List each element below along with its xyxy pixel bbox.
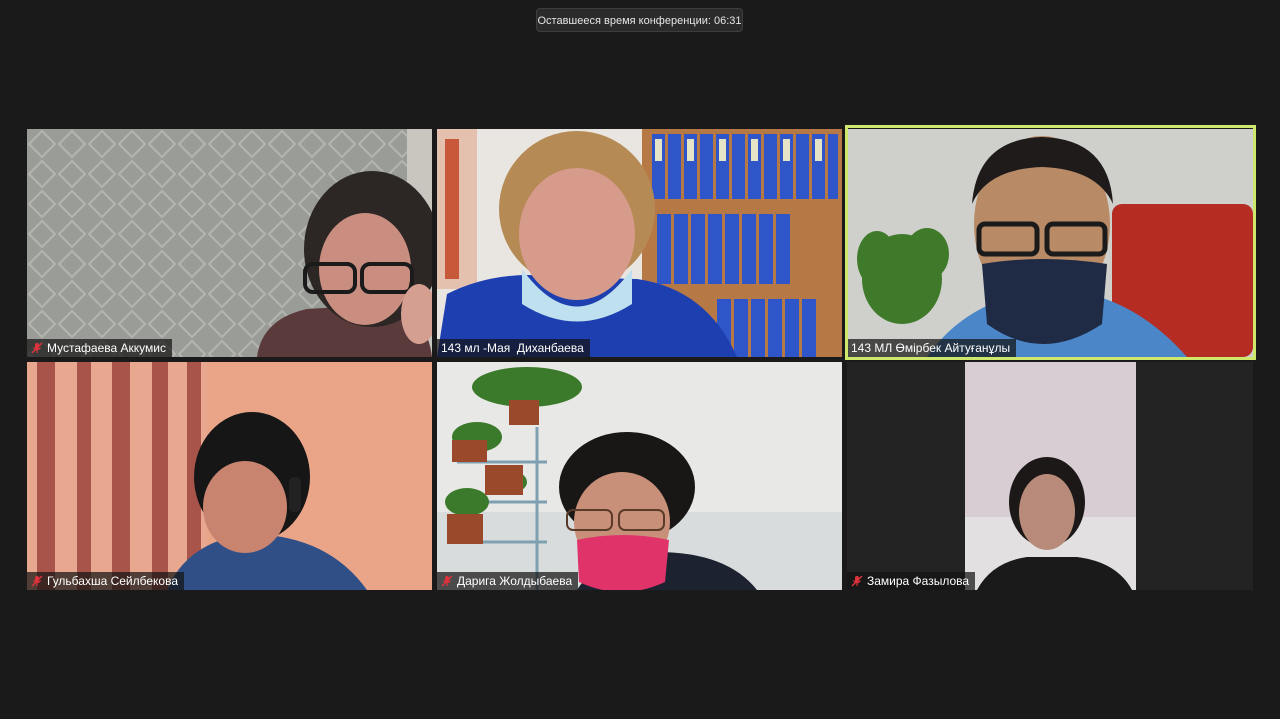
meeting-gallery-view: Оставшееся время конференции: 06:31 Муст… (0, 0, 1280, 719)
video-tile-participant-1[interactable]: Мустафаева Аккумис (27, 129, 432, 357)
participant-name: Замира Фазылова (867, 574, 970, 588)
mic-muted-icon (31, 575, 43, 587)
participant-video (27, 362, 432, 590)
participant-nameplate: 143 мл -Мая Диханбаева (437, 339, 590, 357)
video-tile-participant-3[interactable]: 143 МЛ Өмірбек Айтуғанұлы (847, 129, 1253, 357)
participant-nameplate: Дарига Жолдыбаева (437, 572, 579, 590)
mic-muted-icon (31, 342, 43, 354)
video-tile-participant-6[interactable]: Замира Фазылова (847, 362, 1253, 590)
video-tile-participant-2[interactable]: 143 мл -Мая Диханбаева (437, 129, 842, 357)
participant-name: Гульбахша Сейлбекова (47, 574, 179, 588)
participant-nameplate: Замира Фазылова (847, 572, 976, 590)
participant-nameplate: Гульбахша Сейлбекова (27, 572, 185, 590)
participant-name: 143 МЛ Өмірбек Айтуғанұлы (851, 341, 1011, 355)
video-tile-participant-4[interactable]: Гульбахша Сейлбекова (27, 362, 432, 590)
participant-video (437, 129, 842, 357)
participant-nameplate: 143 МЛ Өмірбек Айтуғанұлы (847, 339, 1017, 357)
participant-video (437, 362, 842, 590)
mic-muted-icon (441, 575, 453, 587)
participant-video (847, 129, 1253, 357)
participant-nameplate: Мустафаева Аккумис (27, 339, 172, 357)
participant-name: Дарига Жолдыбаева (457, 574, 573, 588)
participant-video (847, 362, 1253, 590)
remaining-time-banner: Оставшееся время конференции: 06:31 (536, 8, 743, 32)
participant-name: 143 мл -Мая Диханбаева (441, 341, 584, 355)
participant-name: Мустафаева Аккумис (47, 341, 166, 355)
video-tile-participant-5[interactable]: Дарига Жолдыбаева (437, 362, 842, 590)
mic-muted-icon (851, 575, 863, 587)
participant-video (27, 129, 432, 357)
